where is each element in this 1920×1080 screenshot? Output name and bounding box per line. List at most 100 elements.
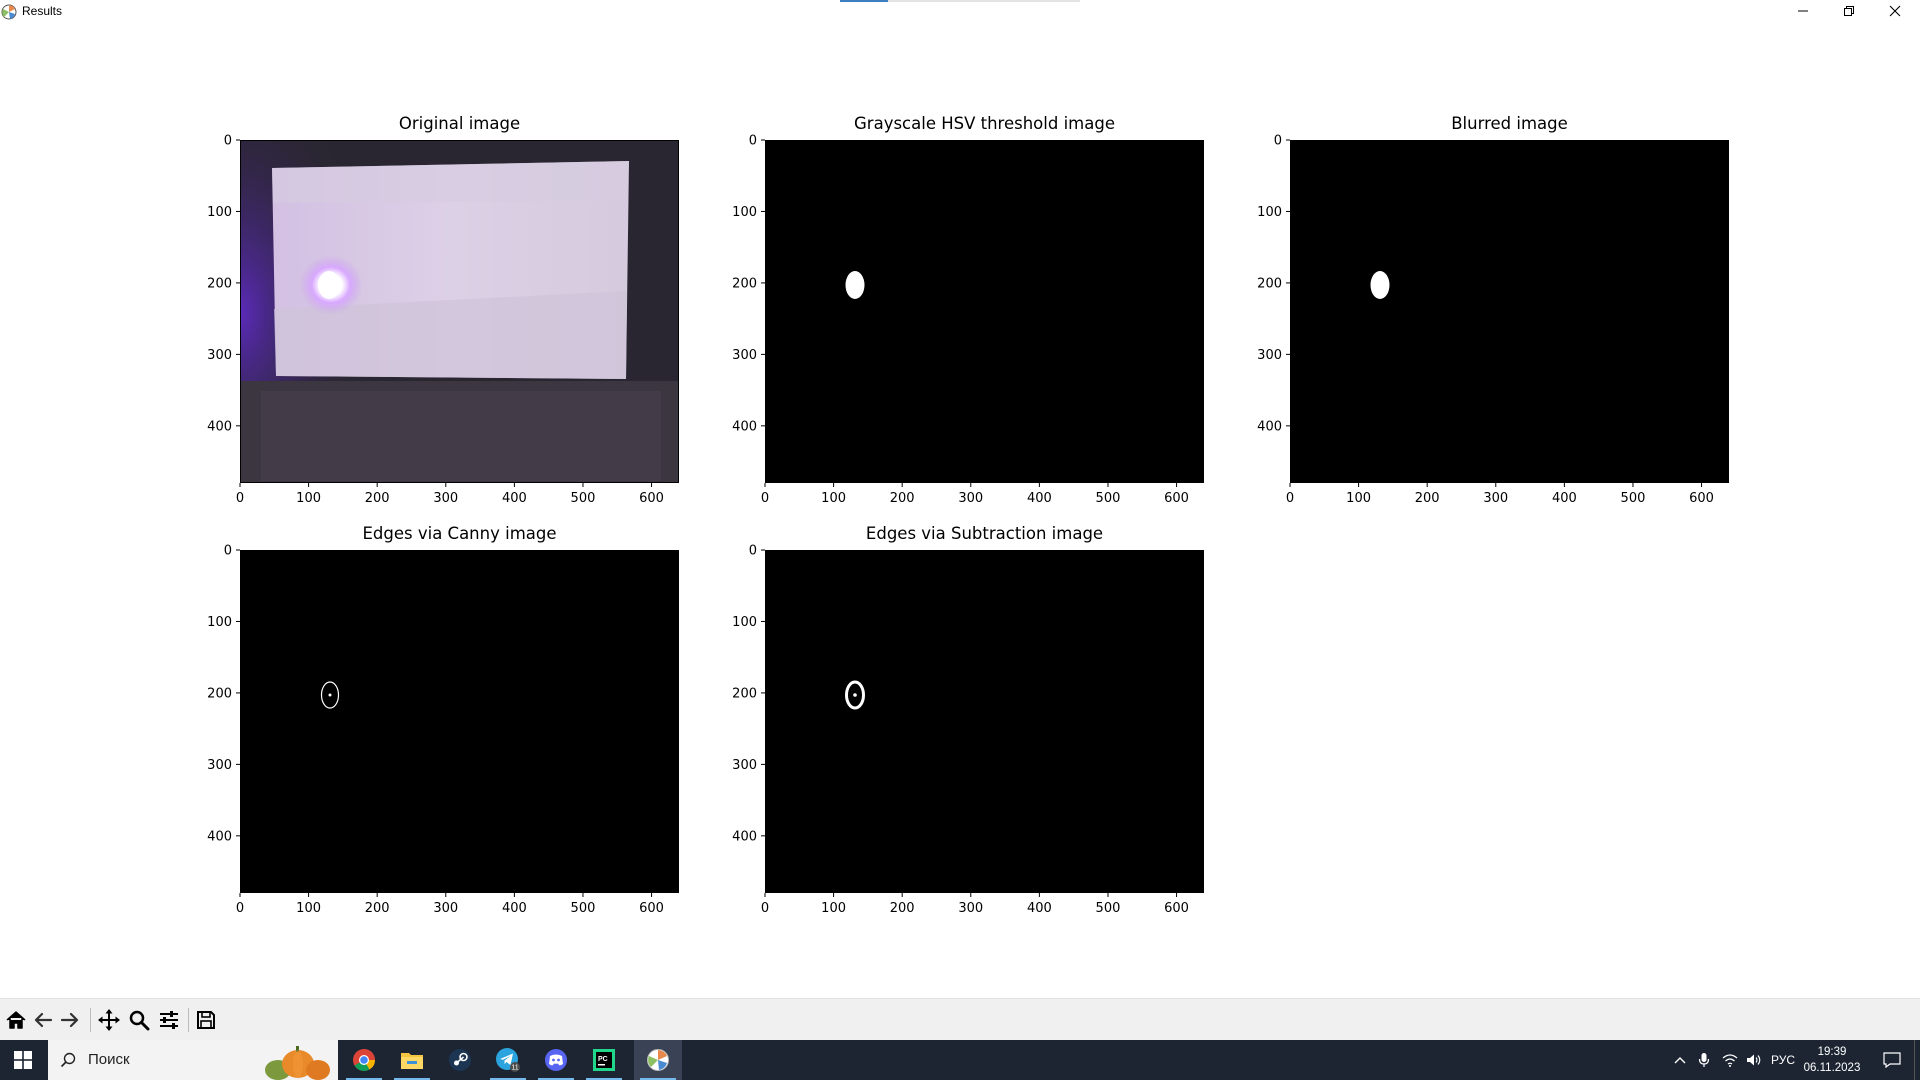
tray-language-indicator[interactable]: РУС bbox=[1770, 1040, 1796, 1080]
axis-ticks: 0 100 200 300 400 500 600 0 100 200 300 400 bbox=[1257, 134, 1714, 507]
x-tick-label: 0 bbox=[1286, 491, 1294, 506]
y-tick-label: 100 bbox=[1257, 205, 1282, 220]
y-tick-label: 300 bbox=[207, 758, 232, 773]
pan-button[interactable] bbox=[96, 1007, 122, 1033]
back-arrow-icon bbox=[34, 1012, 53, 1028]
windows-logo-icon bbox=[14, 1051, 32, 1069]
search-placeholder: Поиск bbox=[88, 1051, 130, 1068]
configure-subplots-button[interactable] bbox=[156, 1007, 182, 1033]
x-tick-label: 300 bbox=[433, 901, 458, 916]
taskbar-discord[interactable] bbox=[532, 1040, 580, 1080]
subplot-edges-canny: Edges via Canny image 0 100 200 300 400 500 60… bbox=[207, 524, 679, 917]
x-tick-label: 200 bbox=[890, 491, 915, 506]
y-tick-label: 0 bbox=[1274, 134, 1282, 149]
figure-canvas[interactable]: Original image 0 100 200 300 400 500 600… bbox=[0, 24, 1920, 998]
x-tick-label: 400 bbox=[1552, 491, 1577, 506]
close-button[interactable] bbox=[1872, 0, 1918, 22]
x-tick-label: 600 bbox=[1164, 901, 1189, 916]
save-button[interactable] bbox=[193, 1007, 219, 1033]
x-tick-label: 400 bbox=[502, 491, 527, 506]
subplot-title: Edges via Subtraction image bbox=[865, 524, 1104, 543]
restore-button[interactable] bbox=[1826, 0, 1872, 22]
zoom-button[interactable] bbox=[126, 1007, 152, 1033]
subplot-edges-subtraction: Edges via Subtraction image 0 100 200 300 40… bbox=[732, 524, 1204, 916]
axis-ticks: 0 100 200 300 400 500 600 0 100 200 300 400 bbox=[732, 134, 1189, 507]
back-button[interactable] bbox=[30, 1007, 56, 1033]
y-tick-label: 100 bbox=[207, 615, 232, 630]
subplot-original-image: Original image 0 100 200 300 400 500 600… bbox=[207, 114, 679, 506]
close-icon bbox=[1889, 5, 1901, 17]
x-tick-label: 400 bbox=[502, 901, 527, 916]
x-tick-label: 100 bbox=[1346, 491, 1371, 506]
microphone-icon bbox=[1698, 1053, 1710, 1067]
y-tick-label: 300 bbox=[732, 348, 757, 363]
taskbar-pycharm[interactable]: PC bbox=[580, 1040, 628, 1080]
x-tick-label: 500 bbox=[1621, 491, 1646, 506]
y-tick-label: 200 bbox=[1257, 276, 1282, 291]
x-tick-label: 600 bbox=[1164, 491, 1189, 506]
telegram-unread-badge: 11 bbox=[511, 1065, 518, 1072]
taskbar-file-explorer[interactable] bbox=[388, 1040, 436, 1080]
minimize-icon bbox=[1798, 10, 1808, 12]
pan-icon bbox=[98, 1009, 120, 1031]
clock-date: 06.11.2023 bbox=[1803, 1062, 1861, 1074]
window-title-bar[interactable]: Results bbox=[0, 0, 1920, 24]
x-tick-label: 200 bbox=[1415, 491, 1440, 506]
axis-ticks: 0 100 200 300 400 500 600 0 100 200 300 400 bbox=[207, 544, 664, 917]
speaker-icon bbox=[1747, 1054, 1761, 1066]
taskbar-search-box[interactable]: Поиск bbox=[48, 1040, 338, 1080]
x-tick-label: 600 bbox=[639, 491, 664, 506]
y-tick-label: 0 bbox=[224, 544, 232, 559]
forward-arrow-icon bbox=[60, 1012, 79, 1028]
minimize-button[interactable] bbox=[1780, 0, 1826, 22]
tray-network[interactable] bbox=[1718, 1040, 1742, 1080]
x-tick-label: 400 bbox=[1027, 491, 1052, 506]
taskbar-matplotlib-window[interactable] bbox=[634, 1040, 682, 1080]
x-tick-label: 600 bbox=[1689, 491, 1714, 506]
x-tick-label: 300 bbox=[433, 491, 458, 506]
taskbar-clock[interactable]: 19:39 06.11.2023 bbox=[1796, 1044, 1868, 1076]
matplotlib-app-icon bbox=[1, 4, 17, 20]
y-tick-label: 100 bbox=[732, 205, 757, 220]
x-tick-label: 100 bbox=[821, 901, 846, 916]
tray-show-hidden-button[interactable] bbox=[1668, 1040, 1692, 1080]
x-tick-label: 100 bbox=[821, 491, 846, 506]
forward-button[interactable] bbox=[57, 1007, 83, 1033]
chrome-icon bbox=[353, 1049, 375, 1071]
action-center-button[interactable] bbox=[1872, 1040, 1912, 1080]
subplot-title: Grayscale HSV threshold image bbox=[854, 114, 1115, 133]
discord-icon bbox=[545, 1049, 567, 1071]
subplot-title: Blurred image bbox=[1451, 114, 1568, 133]
pycharm-logo-letters: PC bbox=[598, 1056, 608, 1063]
x-tick-label: 200 bbox=[365, 491, 390, 506]
configure-subplots-icon bbox=[160, 1011, 178, 1029]
y-tick-label: 200 bbox=[732, 686, 757, 701]
x-tick-label: 100 bbox=[296, 901, 321, 916]
x-tick-label: 600 bbox=[639, 901, 664, 916]
taskbar-telegram[interactable]: 11 bbox=[484, 1040, 532, 1080]
window-title: Results bbox=[22, 4, 63, 18]
y-tick-label: 100 bbox=[732, 615, 757, 630]
x-tick-label: 0 bbox=[761, 901, 769, 916]
show-desktop-button[interactable] bbox=[1914, 1040, 1920, 1080]
x-tick-label: 0 bbox=[761, 491, 769, 506]
taskbar-steam[interactable] bbox=[436, 1040, 484, 1080]
tray-microphone[interactable] bbox=[1692, 1040, 1716, 1080]
x-tick-label: 400 bbox=[1027, 901, 1052, 916]
x-tick-label: 500 bbox=[1096, 491, 1121, 506]
zoom-icon bbox=[129, 1010, 150, 1031]
start-button[interactable] bbox=[0, 1040, 46, 1080]
restore-icon bbox=[1844, 6, 1854, 16]
taskbar-chrome[interactable] bbox=[340, 1040, 388, 1080]
tray-volume[interactable] bbox=[1742, 1040, 1766, 1080]
x-tick-label: 300 bbox=[958, 901, 983, 916]
home-button[interactable] bbox=[3, 1007, 29, 1033]
search-icon bbox=[60, 1052, 76, 1068]
y-tick-label: 400 bbox=[1257, 419, 1282, 434]
y-tick-label: 200 bbox=[732, 276, 757, 291]
subplot-grayscale-hsv-threshold: Grayscale HSV threshold image 0 100 200 300… bbox=[732, 114, 1204, 507]
x-tick-label: 500 bbox=[571, 901, 596, 916]
y-tick-label: 400 bbox=[732, 419, 757, 434]
subplot-blurred-image: Blurred image 0 100 200 300 400 500 600 0 100 200… bbox=[1257, 114, 1729, 507]
file-explorer-icon bbox=[401, 1053, 423, 1069]
